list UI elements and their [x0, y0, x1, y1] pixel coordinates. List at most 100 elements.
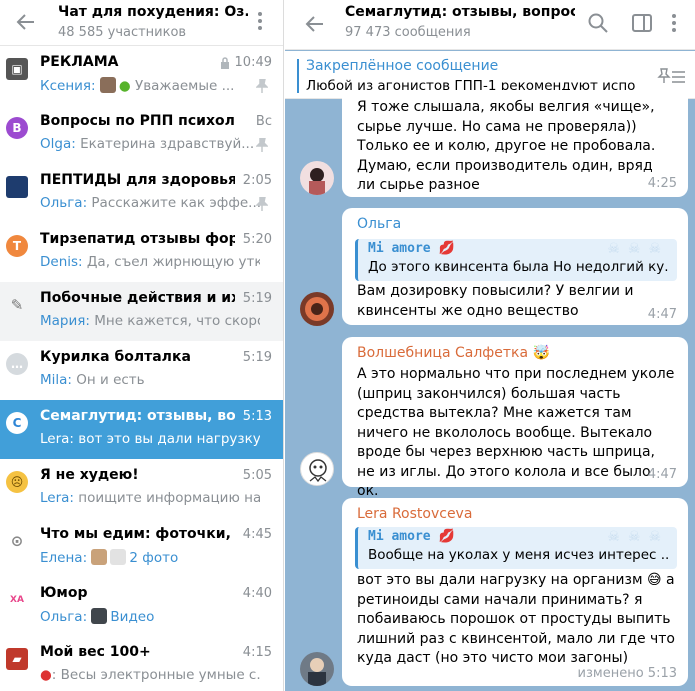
user-avatar[interactable] — [300, 292, 334, 326]
chat-item-humor[interactable]: XA Юмор 4:40 Ольга: Видео — [0, 577, 283, 636]
pin-icon — [256, 197, 268, 211]
syringe-icon: ✎ — [10, 296, 24, 314]
video-thumb-icon — [91, 608, 108, 624]
chat-time: 5:19 — [242, 291, 272, 306]
group-member-count: 48 585 участников — [58, 25, 187, 40]
message-text: Вам дозировку повысили? У велгии и квинс… — [357, 283, 634, 319]
chat-preview: Lera: вот это вы дали нагрузку ... — [40, 431, 260, 447]
message-text: вот это вы дали нагрузку на организм 😅 а… — [357, 572, 676, 666]
pin-icon — [256, 79, 268, 93]
chat-name: Юмор — [40, 585, 88, 601]
chat-time: 5:19 — [242, 350, 272, 365]
avatar-letter-icon: В — [6, 117, 28, 139]
message-author[interactable]: Lera Rostovceva — [357, 506, 472, 522]
quote-author: Mi amore 💋 — [368, 529, 455, 544]
chat-name: Я не худею! — [40, 467, 139, 483]
chat-name: Вопросы по РПП психологу — [40, 113, 235, 129]
unpin-list-icon[interactable] — [657, 65, 687, 85]
chat-time: 4:15 — [242, 645, 272, 660]
chat-item-rpp[interactable]: В Вопросы по РПП психологу Вс Olga: Екат… — [0, 105, 283, 164]
chat-view-panel: Семаглутид: отзывы, вопросы ... 97 473 с… — [285, 0, 695, 691]
chat-title[interactable]: Семаглутид: отзывы, вопросы ... — [345, 4, 575, 20]
message-author[interactable]: Ольга — [357, 216, 401, 232]
search-icon[interactable] — [587, 12, 609, 34]
message-bubble[interactable]: Lera Rostovceva Mi amore 💋 Вообще на уко… — [342, 498, 688, 686]
chat-item-ne-khudeyu[interactable]: ☹ Я не худею! 5:05 Lera: поищите информа… — [0, 459, 283, 518]
haha-icon: XA — [10, 595, 24, 605]
message-bubble[interactable]: Волшебница Салфетка 🤯 А это нормально чт… — [342, 337, 688, 499]
message-author[interactable]: Волшебница Салфетка 🤯 — [357, 345, 550, 361]
photo-thumb-icon — [99, 77, 116, 93]
more-menu-icon[interactable] — [255, 10, 265, 34]
chat-time: 4:40 — [242, 586, 272, 601]
tv-icon: ▣ — [6, 58, 28, 80]
user-avatar[interactable] — [300, 161, 334, 195]
chat-name: Тирзепатид отзывы форум — [40, 231, 235, 247]
chat-preview: Ольга: Видео — [40, 608, 155, 625]
reply-quote[interactable]: Mi amore 💋 Вообще на уколах у меня исчез… — [355, 527, 677, 569]
avatar-letter-icon: С — [6, 412, 28, 434]
chat-name: Семаглутид: отзывы, вопр... — [40, 408, 235, 424]
more-menu-icon[interactable] — [669, 12, 679, 36]
message-bubble[interactable]: Я тоже слышала, якобы велгия «чище», сыр… — [342, 90, 688, 197]
message-time: 4:47 — [647, 467, 677, 482]
speech-bubble-icon: … — [6, 353, 28, 375]
quote-text: Вообще на уколах у меня исчез интерес ..… — [368, 547, 668, 563]
chat-item-food[interactable]: ⊙ Что мы едим: фоточки, ре... 4:45 Елена… — [0, 518, 283, 577]
chat-list-header: Чат для похудения: Оз... 48 585 участник… — [0, 0, 283, 46]
message-time: 4:47 — [647, 307, 677, 322]
message-time: 4:25 — [647, 176, 677, 191]
chat-name: Курилка болталка — [40, 349, 191, 365]
photo-thumb-icon — [110, 549, 127, 565]
chat-name: Мой вес 100+ — [40, 644, 151, 660]
quote-pattern-icon: ☠☠☠ — [607, 529, 669, 545]
chat-item-kurilka[interactable]: … Курилка болталка 5:19 Mila: Он и есть — [0, 341, 283, 400]
message-count: 97 473 сообщения — [345, 25, 471, 40]
chat-name: Побочные действия и их ... — [40, 290, 235, 306]
message-bubble[interactable]: Ольга Mi amore 💋 До этого квинсента была… — [342, 208, 688, 325]
chat-time: Вс — [255, 114, 272, 129]
chat-time: 5:20 — [242, 232, 272, 247]
quote-pattern-icon: ☠☠☠ — [607, 241, 669, 257]
message-time: изменено 5:13 — [577, 666, 677, 681]
sidebar-toggle-icon[interactable] — [631, 12, 653, 34]
chat-name: РЕКЛАМА — [40, 54, 119, 70]
group-title[interactable]: Чат для похудения: Оз... — [58, 4, 248, 20]
chat-preview: ●: Весы электронные умные с... — [40, 667, 260, 683]
back-arrow-icon[interactable] — [303, 12, 327, 36]
quote-text: До этого квинсента была Но недолгий ку..… — [368, 259, 668, 275]
chat-preview: Мария: Мне кажется, что скоро... — [40, 313, 260, 329]
chat-time: 10:49 — [234, 55, 272, 70]
pin-icon — [256, 138, 268, 152]
chat-item-peptides[interactable]: ПЕПТИДЫ для здоровья и ... 2:05 Ольга: Р… — [0, 164, 283, 223]
apple-icon: ● — [118, 78, 131, 94]
chat-preview: Ксения: ● Уважаемые ... — [40, 77, 235, 94]
chat-preview: Denis: Да, съел жирнющую утку... — [40, 254, 260, 270]
back-arrow-icon[interactable] — [14, 10, 38, 34]
chat-preview: Lera: поищите информацию на... — [40, 490, 260, 506]
chat-time: 2:05 — [242, 173, 272, 188]
chat-item-semaglutide[interactable]: С Семаглутид: отзывы, вопр... 5:13 Lera:… — [0, 400, 283, 459]
chat-item-side-effects[interactable]: ✎ Побочные действия и их ... 5:19 Мария:… — [0, 282, 283, 341]
avatar-letter-icon: Т — [6, 235, 28, 257]
chat-item-reklama[interactable]: ▣ РЕКЛАМА 10:49 Ксения: ● Уважаемые ... — [0, 46, 283, 105]
lock-icon — [221, 57, 229, 69]
pinned-label: Закреплённое сообщение — [306, 58, 499, 74]
photo-thumb-icon — [91, 549, 108, 565]
chat-item-tirzepatide[interactable]: Т Тирзепатид отзывы форум 5:20 Denis: Да… — [0, 223, 283, 282]
reply-quote[interactable]: Mi amore 💋 До этого квинсента была Но не… — [355, 239, 677, 281]
user-avatar[interactable] — [300, 652, 334, 686]
train-icon: ▰ — [6, 648, 28, 670]
plate-icon: ⊙ — [10, 532, 24, 550]
chat-time: 5:13 — [242, 409, 272, 424]
chat-item-weight-100[interactable]: ▰ Мой вес 100+ 4:15 ●: Весы электронные … — [0, 636, 283, 691]
peptide-logo-icon — [6, 176, 28, 198]
chat-list-panel: Чат для похудения: Оз... 48 585 участник… — [0, 0, 284, 691]
message-text: Я тоже слышала, якобы велгия «чище», сыр… — [357, 99, 656, 193]
user-avatar[interactable] — [300, 452, 334, 486]
message-text: А это нормально что при последнем уколе … — [357, 366, 675, 499]
chat-preview: Елена: 2 фото — [40, 549, 179, 566]
chat-name: ПЕПТИДЫ для здоровья и ... — [40, 172, 235, 188]
chat-preview: Olga: Екатерина здравствуй... — [40, 136, 255, 152]
chat-preview: Ольга: Расскажите как эффе... — [40, 195, 260, 211]
